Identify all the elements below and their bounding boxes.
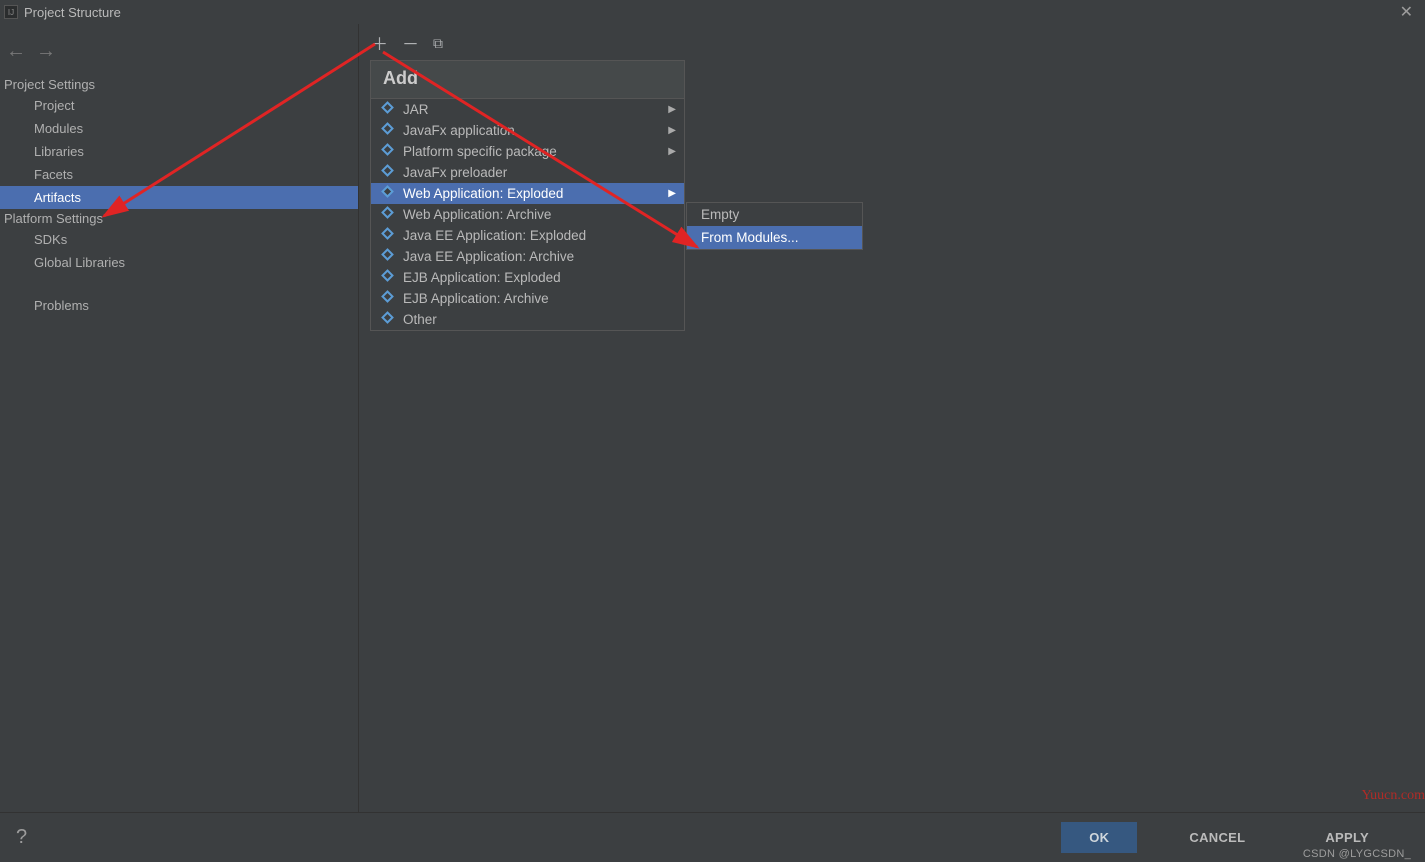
cancel-button[interactable]: CANCEL: [1161, 822, 1273, 853]
help-button[interactable]: ?: [16, 826, 27, 849]
artifact-icon: [379, 229, 395, 243]
add-item-web-archive[interactable]: Web Application: Archive: [371, 204, 684, 225]
add-item-label: EJB Application: Archive: [403, 291, 549, 306]
add-item-label: Web Application: Exploded: [403, 186, 563, 201]
artifact-icon: [379, 313, 395, 327]
add-item-javafx-app[interactable]: JavaFx application ▶: [371, 120, 684, 141]
add-item-label: Other: [403, 312, 437, 327]
artifact-icon: [379, 166, 395, 180]
add-item-label: JAR: [403, 102, 429, 117]
nav-back-icon[interactable]: ←: [6, 40, 26, 63]
sidebar-item-libraries[interactable]: Libraries: [0, 140, 358, 163]
sidebar-item-sdks[interactable]: SDKs: [0, 228, 358, 251]
watermark-csdn: CSDN @LYGCSDN_: [1303, 848, 1411, 860]
submenu-arrow-icon: ▶: [668, 146, 676, 157]
remove-icon[interactable]: －: [402, 36, 419, 53]
sub-item-from-modules[interactable]: From Modules...: [687, 226, 862, 249]
window-title: Project Structure: [24, 5, 121, 20]
artifact-icon: [379, 271, 395, 285]
artifact-icon: [379, 250, 395, 264]
sidebar-item-artifacts[interactable]: Artifacts: [0, 186, 358, 209]
submenu-arrow-icon: ▶: [668, 125, 676, 136]
nav-forward-icon[interactable]: →: [36, 40, 56, 63]
artifact-icon: [379, 187, 395, 201]
add-item-ejb-exploded[interactable]: EJB Application: Exploded: [371, 267, 684, 288]
add-item-jar[interactable]: JAR ▶: [371, 99, 684, 120]
artifact-icon: [379, 124, 395, 138]
add-icon[interactable]: ＋: [371, 36, 388, 53]
add-item-label: Platform specific package: [403, 144, 557, 159]
sidebar: Project Settings Project Modules Librari…: [0, 75, 358, 317]
add-item-label: Java EE Application: Archive: [403, 249, 574, 264]
artifacts-toolbar: ＋ － ⧉: [359, 24, 1425, 59]
sub-item-empty[interactable]: Empty: [687, 203, 862, 226]
add-item-label: JavaFx preloader: [403, 165, 507, 180]
add-item-ejb-archive[interactable]: EJB Application: Archive: [371, 288, 684, 309]
artifact-icon: [379, 145, 395, 159]
artifact-icon: [379, 103, 395, 117]
watermark-site: Yuucn.com: [1362, 788, 1425, 804]
sidebar-item-modules[interactable]: Modules: [0, 117, 358, 140]
close-icon[interactable]: ✕: [1388, 3, 1425, 21]
sidebar-item-global-libraries[interactable]: Global Libraries: [0, 251, 358, 274]
submenu-arrow-icon: ▶: [668, 104, 676, 115]
titlebar: IJ Project Structure ✕: [0, 0, 1425, 24]
add-item-label: JavaFx application: [403, 123, 515, 138]
sidebar-item-project[interactable]: Project: [0, 94, 358, 117]
ok-button[interactable]: OK: [1061, 822, 1137, 853]
add-popup-header: Add: [371, 61, 684, 99]
dialog-footer: ? OK CANCEL APPLY: [0, 812, 1425, 862]
add-item-label: Java EE Application: Exploded: [403, 228, 586, 243]
submenu-popup: Empty From Modules...: [686, 202, 863, 250]
add-item-javafx-preloader[interactable]: JavaFx preloader: [371, 162, 684, 183]
add-item-label: EJB Application: Exploded: [403, 270, 561, 285]
add-item-web-exploded[interactable]: Web Application: Exploded ▶: [371, 183, 684, 204]
submenu-arrow-icon: ▶: [668, 188, 676, 199]
copy-icon[interactable]: ⧉: [433, 36, 443, 53]
artifact-icon: [379, 292, 395, 306]
sidebar-group-platform-settings: Platform Settings: [0, 209, 358, 228]
artifact-icon: [379, 208, 395, 222]
add-item-other[interactable]: Other: [371, 309, 684, 330]
sidebar-item-problems[interactable]: Problems: [0, 294, 358, 317]
add-item-javaee-exploded[interactable]: Java EE Application: Exploded: [371, 225, 684, 246]
app-icon: IJ: [4, 5, 18, 19]
add-item-label: Web Application: Archive: [403, 207, 551, 222]
sidebar-item-facets[interactable]: Facets: [0, 163, 358, 186]
add-item-javaee-archive[interactable]: Java EE Application: Archive: [371, 246, 684, 267]
add-item-platform-package[interactable]: Platform specific package ▶: [371, 141, 684, 162]
add-popup: Add JAR ▶ JavaFx application ▶ Platform …: [370, 60, 685, 331]
sidebar-group-project-settings: Project Settings: [0, 75, 358, 94]
